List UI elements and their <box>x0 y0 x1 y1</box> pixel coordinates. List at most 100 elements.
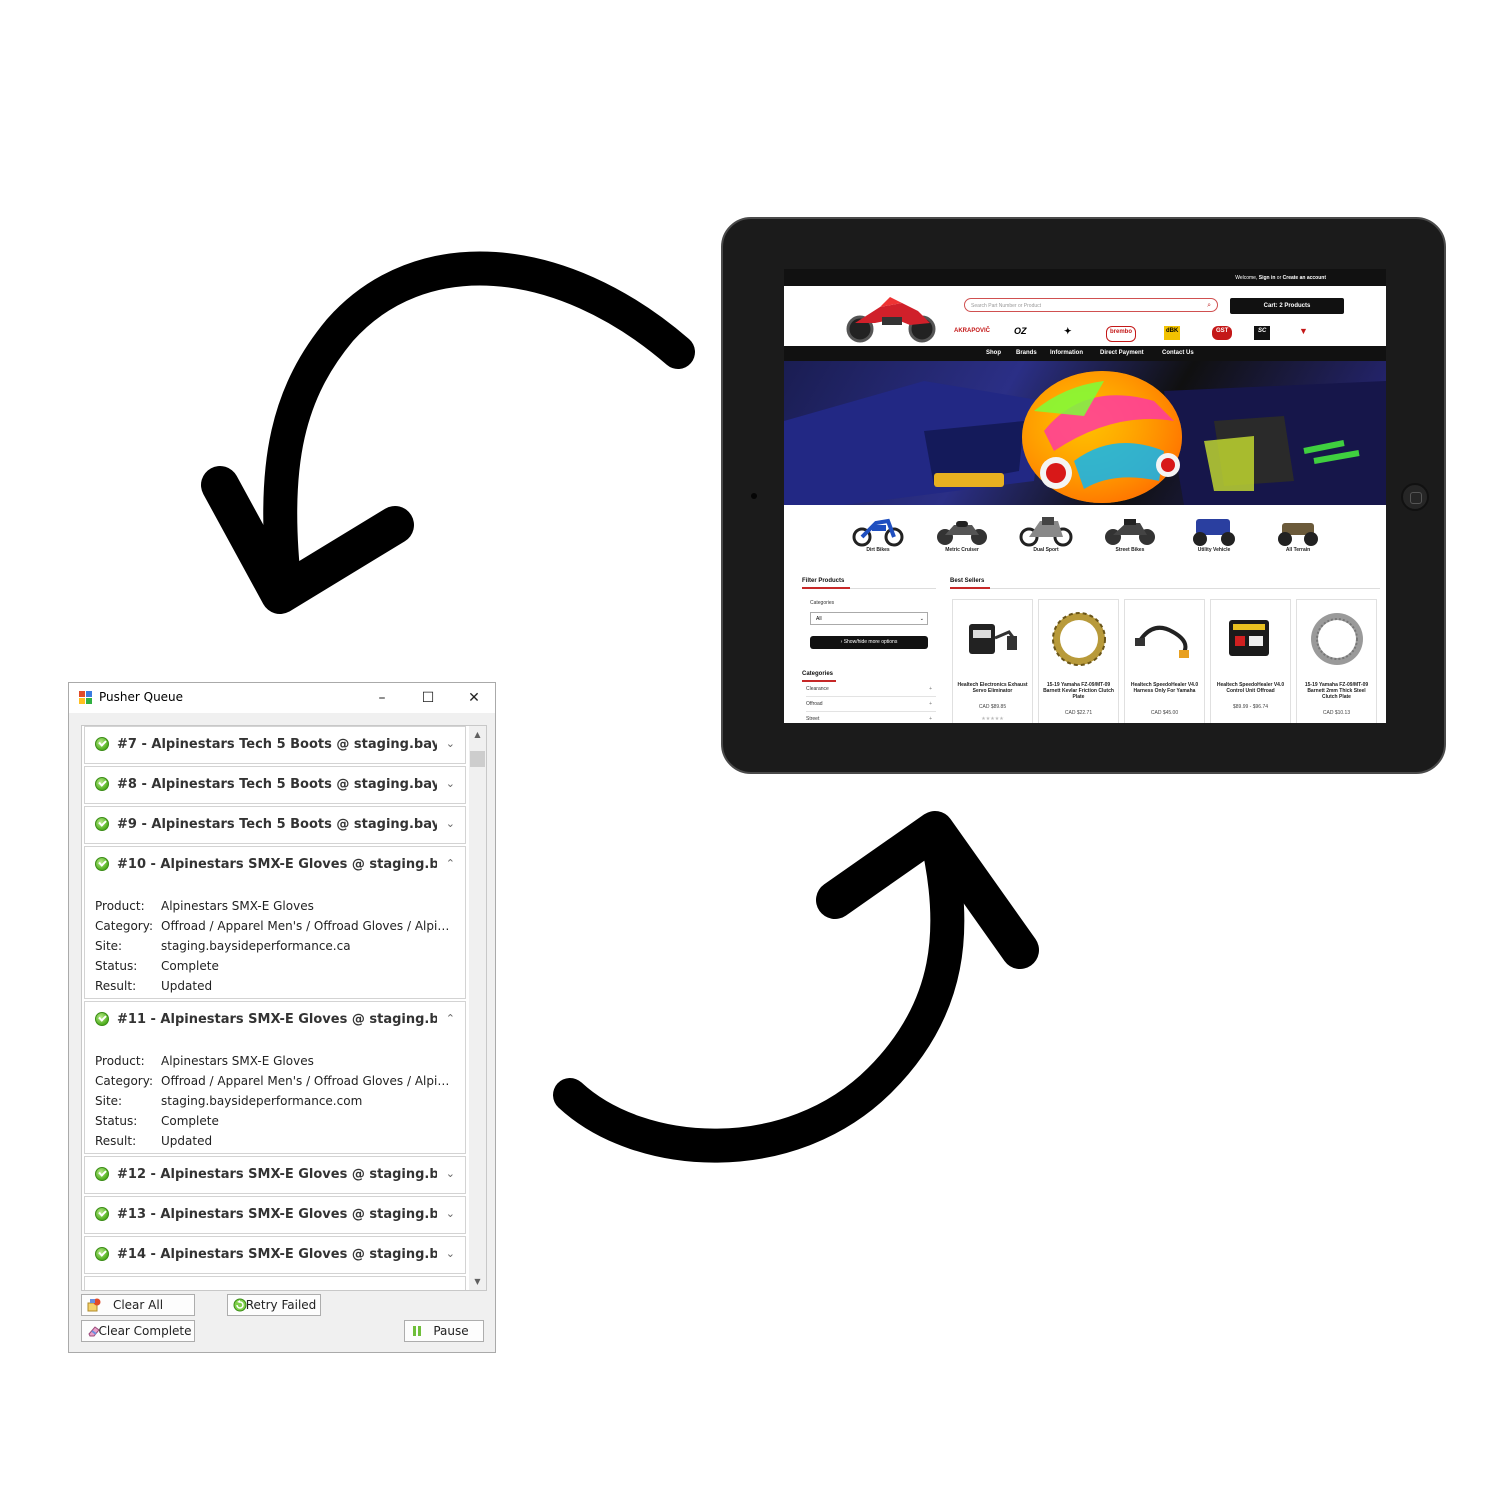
pusher-queue-window: Pusher Queue – ☐ ✕ #7 - Alpinestars Tech… <box>68 682 496 1353</box>
product-card[interactable]: 15-19 Yamaha FZ-09/MT-09 Barnett Kevlar … <box>1038 599 1119 723</box>
product-card[interactable]: Healtech SpeedoHealer V4.0 Harness Only … <box>1124 599 1205 723</box>
brand-oz[interactable]: OZ <box>1014 324 1027 338</box>
category-street-bikes[interactable]: Street Bikes <box>1100 513 1160 553</box>
brand-alpinestars[interactable]: ✦ <box>1064 324 1072 338</box>
queue-item-header[interactable]: #8 - Alpinestars Tech 5 Boots @ staging.… <box>85 767 465 803</box>
divider-accent <box>950 587 990 589</box>
site-value: staging.baysideperformance.ca <box>161 939 351 953</box>
brand-dainese[interactable]: ▼ <box>1299 324 1308 338</box>
chevron-down-icon[interactable]: ⌄ <box>446 1247 455 1260</box>
plus-icon[interactable]: + <box>929 682 932 696</box>
queue-item[interactable]: #14 - Alpinestars SMX-E Gloves @ staging… <box>84 1236 466 1274</box>
product-value: Alpinestars SMX-E Gloves <box>161 899 314 913</box>
cart-button[interactable]: Cart: 2 Products <box>1230 298 1344 314</box>
chevron-up-icon[interactable]: ⌃ <box>446 857 455 870</box>
chevron-down-icon[interactable]: ⌄ <box>446 817 455 830</box>
superbike-logo-image[interactable] <box>840 289 940 343</box>
nav-information[interactable]: Information <box>1050 346 1083 361</box>
queue-item-header[interactable]: #14 - Alpinestars SMX-E Gloves @ staging… <box>85 1237 465 1273</box>
clear-all-button[interactable]: Clear All <box>81 1294 195 1316</box>
product-card[interactable]: Healtech SpeedoHealer V4.0 Control Unit … <box>1210 599 1291 723</box>
chevron-down-icon: ⌄ <box>919 616 924 622</box>
chevron-down-icon[interactable]: ⌄ <box>446 1207 455 1220</box>
minimize-button[interactable]: – <box>359 683 405 713</box>
queue-item-title: #10 - Alpinestars SMX-E Gloves @ staging… <box>117 857 437 872</box>
nav-shop[interactable]: Shop <box>986 346 1001 361</box>
brand-dbk[interactable]: dBK <box>1164 326 1181 340</box>
sidebar-category-clearance[interactable]: Clearance + <box>806 682 936 697</box>
category-dirt-bikes[interactable]: Dirt Bikes <box>848 513 908 553</box>
category-all-terrain[interactable]: All Terrain <box>1268 513 1328 553</box>
search-input[interactable]: Search Part Number or Product ⌕ <box>964 298 1218 312</box>
close-button[interactable]: ✕ <box>451 683 497 713</box>
chevron-down-icon[interactable]: ⌄ <box>446 777 455 790</box>
queue-item-title: #14 - Alpinestars SMX-E Gloves @ staging… <box>117 1247 437 1262</box>
plus-icon[interactable]: + <box>929 712 932 723</box>
app-icon <box>79 691 93 705</box>
queue-item[interactable]: #8 - Alpinestars Tech 5 Boots @ staging.… <box>84 766 466 804</box>
queue-item-partial[interactable] <box>84 1276 466 1290</box>
status-value: Complete <box>161 1114 219 1128</box>
create-account-link[interactable]: Create an account <box>1283 275 1326 281</box>
clear-complete-button[interactable]: Clear Complete <box>81 1320 195 1342</box>
queue-item[interactable]: #7 - Alpinestars Tech 5 Boots @ staging.… <box>84 726 466 764</box>
category-label: Metric Cruiser <box>945 547 979 553</box>
product-label: Product: <box>95 899 145 913</box>
product-card[interactable]: Healtech Electronics Exhaust Servo Elimi… <box>952 599 1033 723</box>
utility-vehicle-icon <box>1193 519 1235 546</box>
site-label: Site: <box>95 939 123 953</box>
category-dual-sport[interactable]: Dual Sport <box>1016 513 1076 553</box>
category-utility-vehicle[interactable]: Utility Vehicle <box>1184 513 1244 553</box>
result-label: Result: <box>95 979 137 993</box>
pause-button[interactable]: Pause <box>404 1320 484 1342</box>
queue-item-header[interactable]: #11 - Alpinestars SMX-E Gloves @ staging… <box>85 1002 465 1038</box>
brand-brembo[interactable]: brembo <box>1106 326 1137 342</box>
queue-item-header[interactable]: #12 - Alpinestars SMX-E Gloves @ staging… <box>85 1157 465 1193</box>
home-button[interactable] <box>1401 483 1429 511</box>
queue-item-expanded[interactable]: #11 - Alpinestars SMX-E Gloves @ staging… <box>84 1001 466 1154</box>
category-select[interactable]: All ⌄ <box>810 612 928 625</box>
queue-item-title: #11 - Alpinestars SMX-E Gloves @ staging… <box>117 1012 437 1027</box>
brand-sc[interactable]: SC <box>1254 326 1271 340</box>
street-bike-icon <box>1105 519 1155 545</box>
search-icon[interactable]: ⌕ <box>1207 299 1211 313</box>
nav-direct-payment[interactable]: Direct Payment <box>1100 346 1144 361</box>
chevron-down-icon[interactable]: ⌄ <box>446 737 455 750</box>
check-circle-icon <box>95 857 109 871</box>
sign-in-link[interactable]: Sign in <box>1259 275 1276 281</box>
queue-item[interactable]: #13 - Alpinestars SMX-E Gloves @ staging… <box>84 1196 466 1234</box>
queue-item-header[interactable]: #13 - Alpinestars SMX-E Gloves @ staging… <box>85 1197 465 1233</box>
sidebar-category-street[interactable]: Street + <box>806 712 936 723</box>
product-name: 15-19 Yamaha FZ-09/MT-09 Barnett Kevlar … <box>1043 682 1114 700</box>
category-metric-cruiser[interactable]: Metric Cruiser <box>932 513 992 553</box>
chevron-down-icon[interactable]: ⌄ <box>446 1167 455 1180</box>
scroll-up-icon[interactable]: ▲ <box>469 726 486 743</box>
queue-item-header[interactable]: #10 - Alpinestars SMX-E Gloves @ staging… <box>85 847 465 883</box>
sidebar-category-offroad[interactable]: Offroad + <box>806 697 936 712</box>
retry-failed-button[interactable]: Retry Failed <box>227 1294 321 1316</box>
check-circle-icon <box>95 1207 109 1221</box>
plus-icon[interactable]: + <box>929 697 932 711</box>
category-label: Utility Vehicle <box>1197 547 1231 553</box>
brand-akrapovic[interactable]: AKRAPOVIČ <box>954 324 990 338</box>
brand-gst[interactable]: GST <box>1212 326 1233 340</box>
cruiser-icon <box>937 521 987 545</box>
nav-brands[interactable]: Brands <box>1016 346 1037 361</box>
top-bar: Welcome, Sign in or Create an account <box>784 269 1386 286</box>
scroll-thumb[interactable] <box>470 751 485 767</box>
queue-item-expanded[interactable]: #10 - Alpinestars SMX-E Gloves @ staging… <box>84 846 466 999</box>
scroll-down-icon[interactable]: ▼ <box>469 1273 486 1290</box>
queue-item[interactable]: #12 - Alpinestars SMX-E Gloves @ staging… <box>84 1156 466 1194</box>
category-label: Dirt Bikes <box>866 547 890 553</box>
vertical-scrollbar[interactable]: ▲ ▼ <box>469 726 486 1290</box>
site-label: Site: <box>95 1094 123 1108</box>
chevron-up-icon[interactable]: ⌃ <box>446 1012 455 1025</box>
divider <box>950 588 1380 589</box>
queue-item-header[interactable]: #7 - Alpinestars Tech 5 Boots @ staging.… <box>85 727 465 763</box>
maximize-button[interactable]: ☐ <box>405 683 451 713</box>
queue-item[interactable]: #9 - Alpinestars Tech 5 Boots @ staging.… <box>84 806 466 844</box>
show-hide-options-button[interactable]: › Show/hide more options <box>810 636 928 649</box>
queue-item-header[interactable]: #9 - Alpinestars Tech 5 Boots @ staging.… <box>85 807 465 843</box>
product-card[interactable]: 15-19 Yamaha FZ-09/MT-09 Barnett 2mm Thi… <box>1296 599 1377 723</box>
nav-contact-us[interactable]: Contact Us <box>1162 346 1194 361</box>
